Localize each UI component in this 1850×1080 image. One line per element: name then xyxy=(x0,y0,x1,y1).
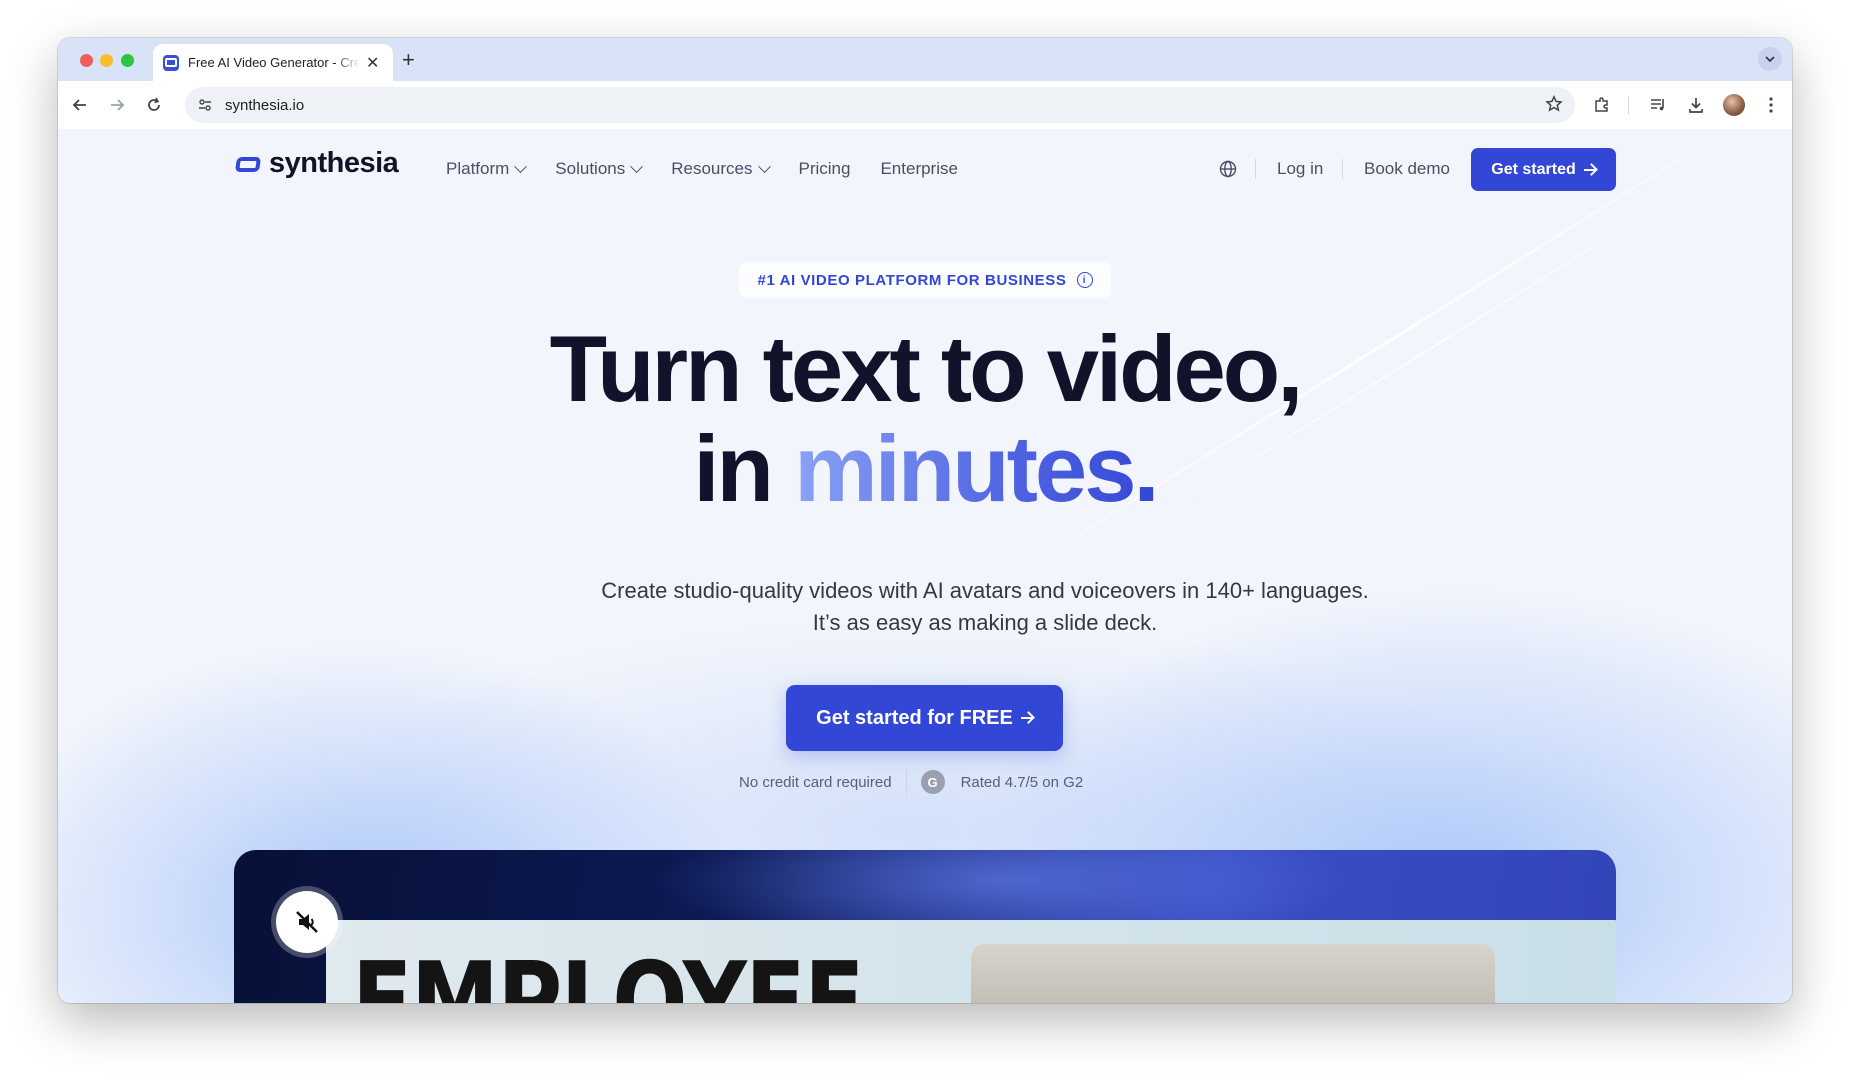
minimize-window-button[interactable] xyxy=(100,54,113,67)
nav-item-label: Enterprise xyxy=(880,159,958,178)
no-credit-card-text: No credit card required xyxy=(739,773,892,791)
login-link[interactable]: Log in xyxy=(1277,159,1323,179)
toolbar-divider xyxy=(1628,96,1629,114)
browser-toolbar: synthesia.io xyxy=(58,81,1792,130)
nav-item-solutions[interactable]: Solutions xyxy=(555,159,644,179)
g2-rating-text: Rated 4.7/5 on G2 xyxy=(960,773,1084,791)
nav-divider xyxy=(1255,159,1256,179)
back-arrow-icon[interactable] xyxy=(66,91,94,119)
address-bar[interactable]: synthesia.io xyxy=(185,87,1575,123)
nav-item-pricing[interactable]: Pricing xyxy=(799,159,851,179)
media-controls-icon[interactable] xyxy=(1644,91,1672,119)
chevron-down-icon xyxy=(630,159,644,173)
nav-item-label: Platform xyxy=(446,159,510,178)
main-navigation: Platform Solutions Resources Pricing Ent… xyxy=(446,159,988,179)
browser-window: Free AI Video Generator - Create AI Vide… xyxy=(58,38,1792,1003)
nav-item-label: Pricing xyxy=(798,159,851,178)
synthesia-logo-mark-icon xyxy=(234,153,264,175)
language-globe-icon[interactable] xyxy=(1219,160,1237,178)
nav-item-label: Resources xyxy=(671,159,753,178)
arrow-right-icon xyxy=(1020,717,1033,719)
g2-logo-icon: G xyxy=(920,770,945,794)
info-icon[interactable]: i xyxy=(1076,272,1093,288)
speaker-muted-icon xyxy=(276,891,338,953)
bookmark-star-icon[interactable] xyxy=(1545,94,1563,118)
logo-wordmark: synthesia xyxy=(269,147,399,179)
nav-divider xyxy=(1342,159,1343,179)
avatar xyxy=(1723,94,1745,116)
tab-strip: Free AI Video Generator - Create AI Vide… xyxy=(58,38,1792,81)
extensions-puzzle-icon[interactable] xyxy=(1588,91,1616,119)
get-started-button-label: Get started xyxy=(1491,160,1576,178)
new-tab-button[interactable]: + xyxy=(402,47,415,73)
headline-accent-word: minutes. xyxy=(794,416,1160,521)
chevron-down-icon xyxy=(757,159,771,173)
nav-item-platform[interactable]: Platform xyxy=(446,159,528,179)
download-icon[interactable] xyxy=(1682,91,1710,119)
nav-item-enterprise[interactable]: Enterprise xyxy=(880,159,957,179)
video-slide: EMPLOYEE xyxy=(326,920,1616,1003)
slide-photo xyxy=(971,944,1495,1003)
maximize-window-button[interactable] xyxy=(121,54,134,67)
book-demo-link[interactable]: Book demo xyxy=(1364,159,1450,179)
hero-video[interactable]: EMPLOYEE xyxy=(234,850,1616,1003)
slide-title: EMPLOYEE xyxy=(352,940,865,1004)
reload-icon[interactable] xyxy=(140,91,168,119)
url-text: synthesia.io xyxy=(225,96,305,114)
synthesia-logo[interactable]: synthesia xyxy=(234,147,399,180)
tab-search-chevron-icon[interactable] xyxy=(1758,47,1782,71)
hero-headline-line1: Turn text to video, xyxy=(549,316,1304,421)
tab-title: Free AI Video Generator - Create AI Vide… xyxy=(188,55,360,70)
tab-close-icon[interactable]: ✕ xyxy=(366,53,379,73)
trust-divider xyxy=(905,769,907,795)
unmute-button[interactable] xyxy=(271,886,343,958)
forward-arrow-icon[interactable] xyxy=(103,91,131,119)
close-window-button[interactable] xyxy=(80,54,93,67)
get-started-free-button[interactable]: Get started for FREE xyxy=(786,685,1063,751)
profile-avatar[interactable] xyxy=(1720,91,1748,119)
synthesia-favicon-icon xyxy=(163,54,179,71)
hero-headline-line2: in minutes. xyxy=(58,419,1792,519)
arrow-right-icon xyxy=(1583,168,1596,171)
browser-tab[interactable]: Free AI Video Generator - Create AI Vide… xyxy=(153,44,393,81)
nav-item-label: Solutions xyxy=(555,159,626,178)
headline-prefix: in xyxy=(693,416,774,521)
badge-text: #1 AI VIDEO PLATFORM FOR BUSINESS xyxy=(757,271,1067,289)
trust-row: No credit card required G Rated 4.7/5 on… xyxy=(739,769,1083,795)
nav-item-resources[interactable]: Resources xyxy=(671,159,771,179)
site-settings-icon[interactable] xyxy=(195,95,215,115)
hero-cta-label: Get started for FREE xyxy=(816,706,1013,729)
hero-subheadline: Create studio-quality videos with AI ava… xyxy=(601,578,1369,635)
platform-badge: #1 AI VIDEO PLATFORM FOR BUSINESS i xyxy=(739,262,1111,298)
get-started-button[interactable]: Get started xyxy=(1471,148,1616,191)
webpage: synthesia Platform Solutions Resources P… xyxy=(58,129,1792,1003)
chevron-down-icon xyxy=(514,159,528,173)
browser-menu-kebab-icon[interactable] xyxy=(1757,91,1785,119)
